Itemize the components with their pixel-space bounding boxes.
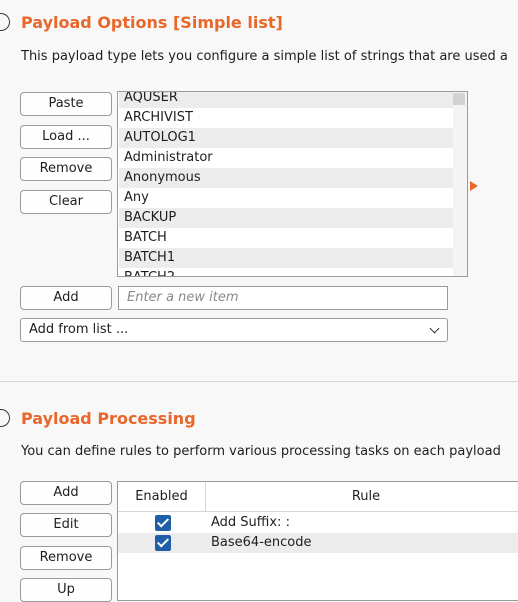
- remove-rule-button[interactable]: Remove: [20, 546, 112, 570]
- paste-button[interactable]: Paste: [20, 92, 112, 116]
- section-divider: [0, 381, 518, 382]
- list-item[interactable]: Anonymous: [119, 168, 454, 188]
- payload-options-title: Payload Options [Simple list]: [21, 13, 283, 32]
- add-from-list-dropdown[interactable]: Add from list ...: [20, 318, 448, 342]
- rule-text: Add Suffix: :: [211, 515, 290, 530]
- column-header-enabled[interactable]: Enabled: [118, 482, 206, 512]
- expand-arrow-icon[interactable]: [470, 181, 478, 191]
- list-item[interactable]: BATCH: [119, 228, 454, 248]
- list-item[interactable]: ARCHIVIST: [119, 108, 454, 128]
- list-item[interactable]: BATCH2: [119, 268, 454, 276]
- payload-processing-description: You can define rules to perform various …: [21, 444, 501, 459]
- rule-text: Base64-encode: [211, 535, 312, 550]
- list-scrollbar[interactable]: [453, 92, 467, 276]
- remove-button[interactable]: Remove: [20, 157, 112, 181]
- add-rule-button[interactable]: Add: [20, 481, 112, 505]
- list-item[interactable]: BACKUP: [119, 208, 454, 228]
- list-item[interactable]: Administrator: [119, 148, 454, 168]
- scroll-thumb[interactable]: [453, 93, 465, 105]
- add-from-list-label: Add from list ...: [29, 322, 129, 337]
- payload-list[interactable]: AQUSER ARCHIVIST AUTOLOG1 Administrator …: [117, 91, 468, 277]
- help-icon[interactable]: ?: [0, 409, 10, 427]
- column-header-rule[interactable]: Rule: [206, 482, 518, 512]
- edit-rule-button[interactable]: Edit: [20, 513, 112, 537]
- enabled-checkbox[interactable]: [155, 535, 171, 551]
- payload-options-description: This payload type lets you configure a s…: [21, 49, 508, 64]
- up-rule-button[interactable]: Up: [20, 578, 112, 602]
- clear-button[interactable]: Clear: [20, 190, 112, 214]
- table-row[interactable]: Base64-encode: [118, 533, 518, 553]
- rules-table[interactable]: Enabled Rule Add Suffix: : Base64-encode: [117, 481, 518, 601]
- enabled-checkbox[interactable]: [155, 515, 171, 531]
- table-row[interactable]: Add Suffix: :: [118, 513, 518, 533]
- list-item[interactable]: Any: [119, 188, 454, 208]
- list-item[interactable]: AQUSER: [119, 92, 454, 108]
- payload-processing-title: Payload Processing: [21, 409, 196, 428]
- list-item[interactable]: AUTOLOG1: [119, 128, 454, 148]
- chevron-down-icon: [429, 323, 440, 334]
- new-item-input[interactable]: Enter a new item: [118, 286, 448, 310]
- help-icon[interactable]: ?: [0, 13, 10, 31]
- add-item-button[interactable]: Add: [20, 286, 112, 310]
- list-item[interactable]: BATCH1: [119, 248, 454, 268]
- load-button[interactable]: Load ...: [20, 125, 112, 149]
